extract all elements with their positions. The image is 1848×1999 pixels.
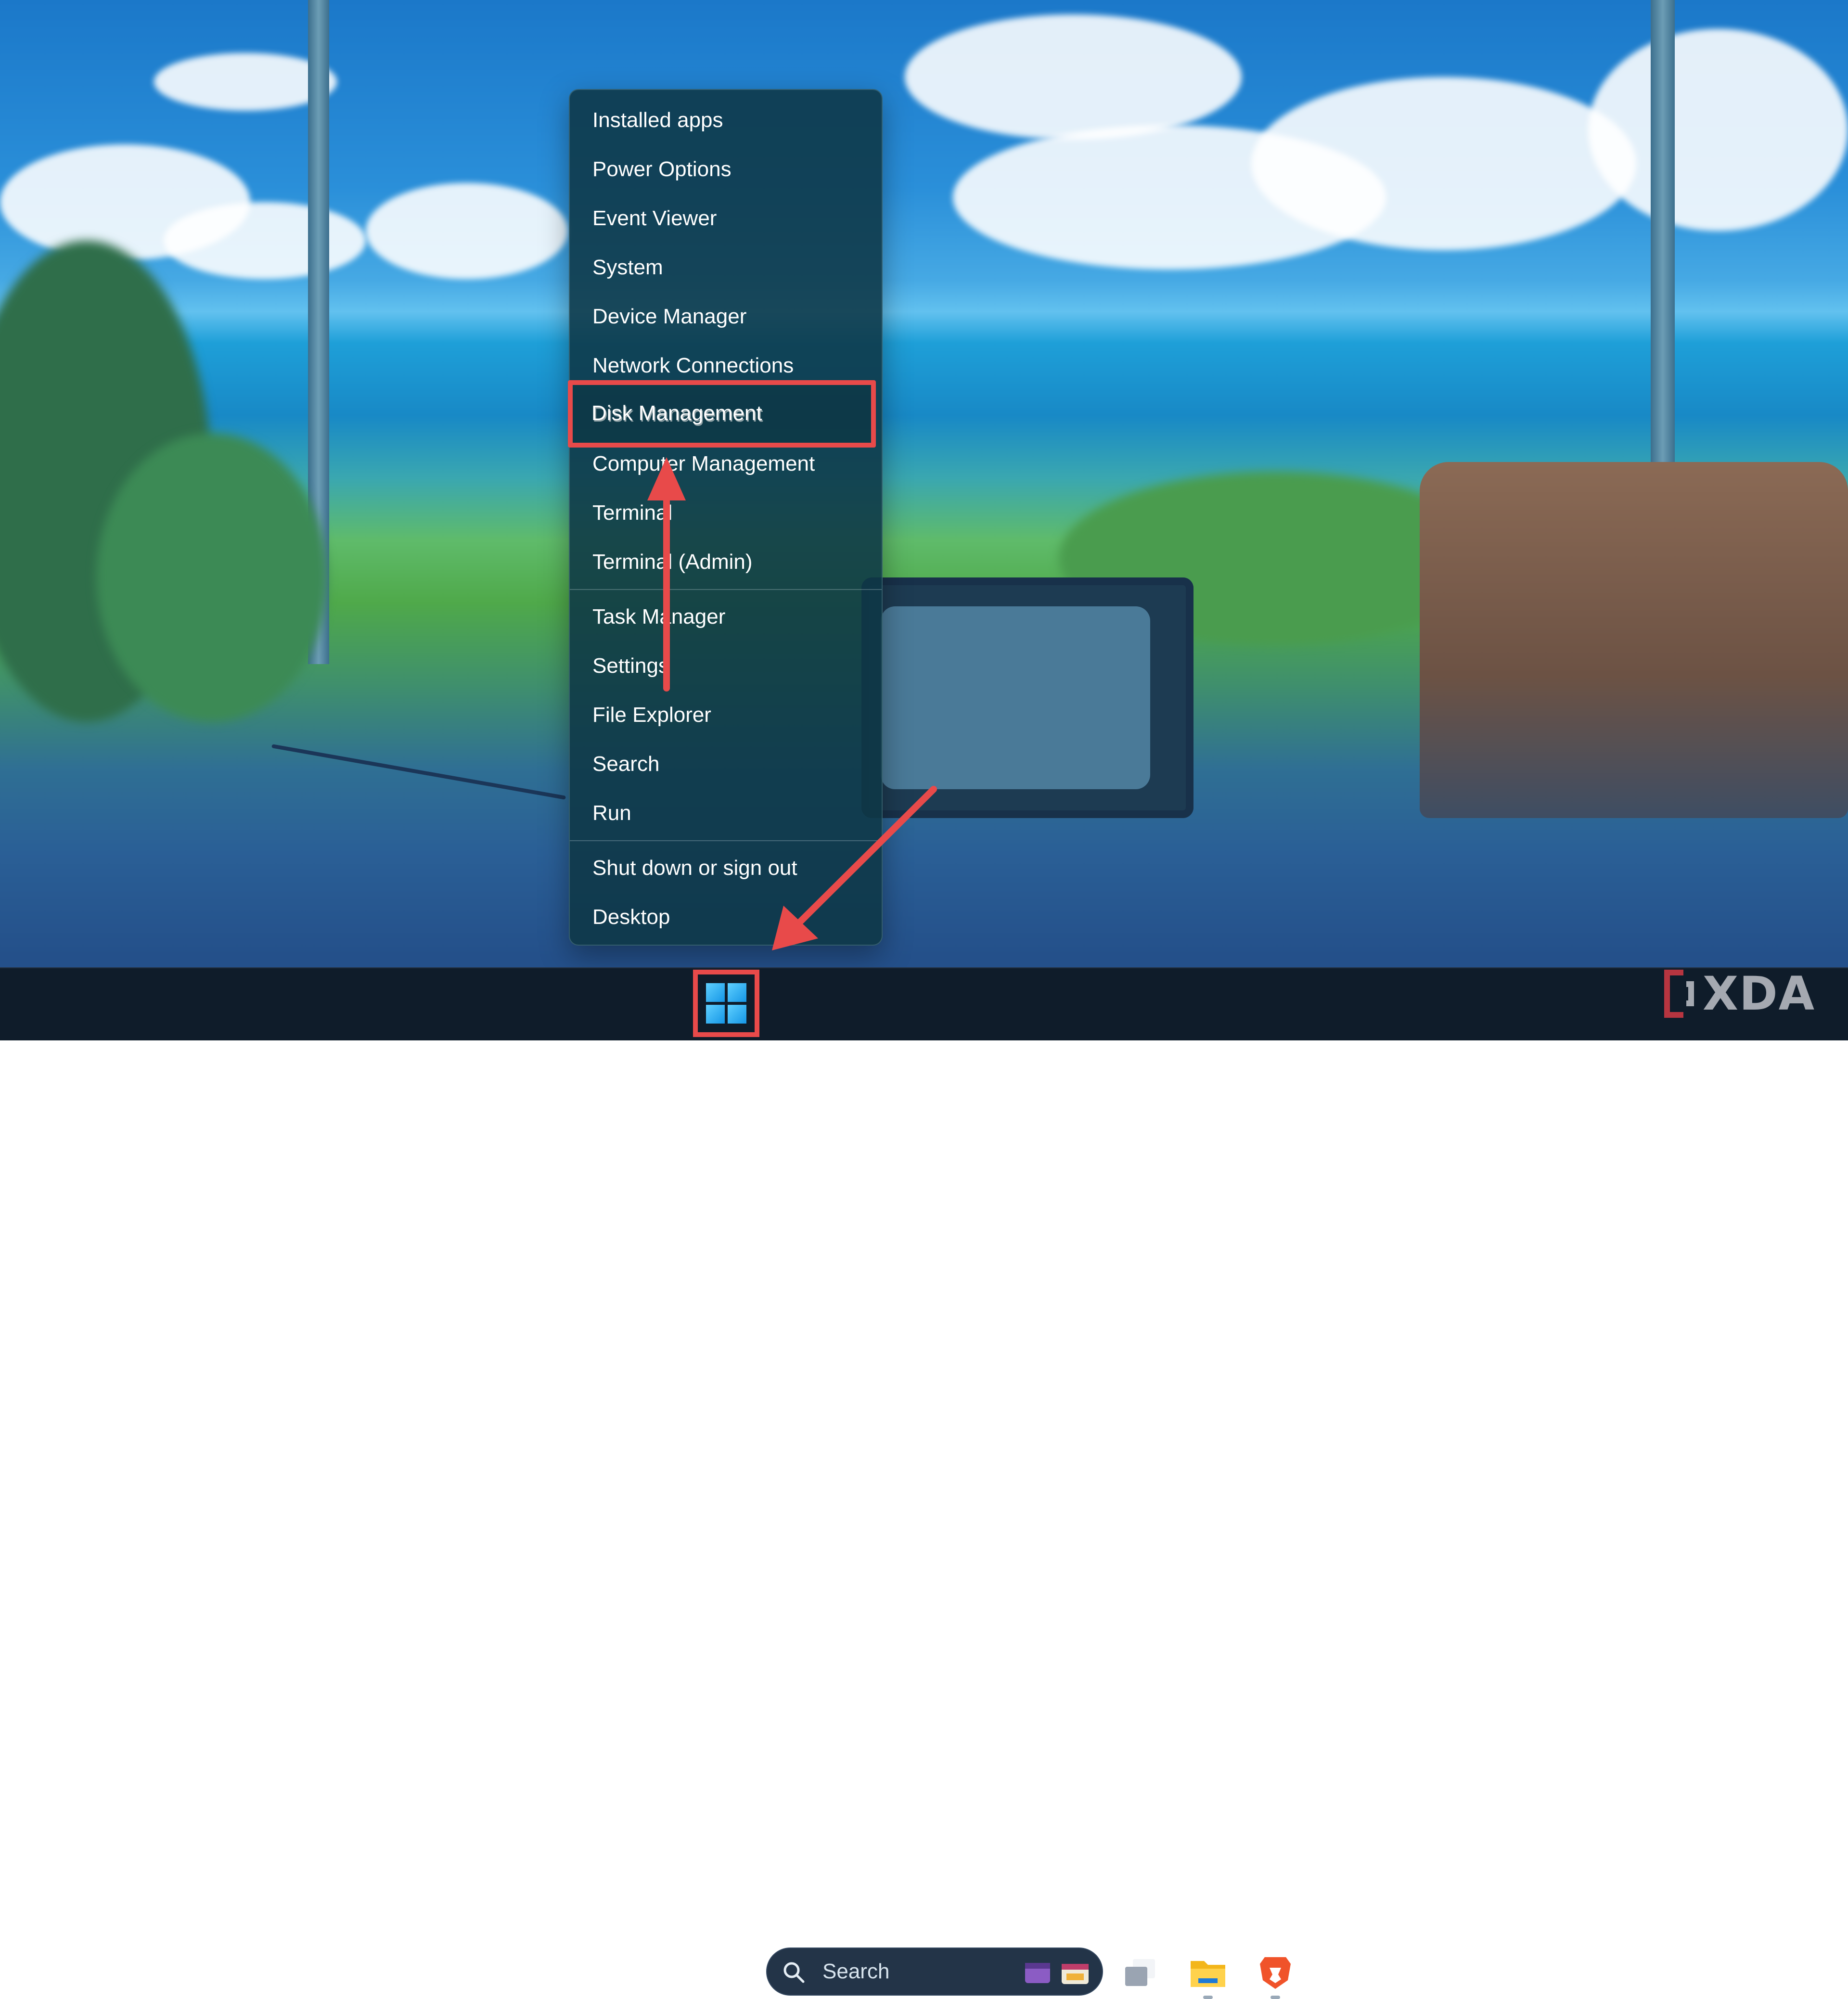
menu-item-desktop[interactable]: Desktop (570, 893, 882, 942)
task-view-icon[interactable] (1120, 1952, 1161, 1993)
wallpaper-cloud (905, 14, 1242, 140)
brave-browser-icon[interactable] (1255, 1952, 1296, 1993)
wallpaper-tv-screen (881, 606, 1150, 789)
taskbar-search-box[interactable]: Search (766, 1948, 1103, 1996)
chevron-right-icon: › (851, 858, 858, 879)
wallpaper-cloud (1251, 77, 1636, 250)
menu-item-search[interactable]: Search (570, 740, 882, 789)
menu-item-terminal[interactable]: Terminal (570, 488, 882, 538)
xda-watermark: XDA (1659, 967, 1815, 1021)
wallpaper-cloud (1588, 29, 1848, 231)
taskbar-search-label: Search (822, 1960, 890, 1983)
start-button[interactable] (693, 970, 759, 1037)
menu-item-file-explorer[interactable]: File Explorer (570, 691, 882, 740)
wallpaper-cloud (366, 183, 568, 279)
running-indicator (1270, 1996, 1280, 1999)
wallpaper-couch (1420, 462, 1848, 818)
menu-item-installed-apps[interactable]: Installed apps (570, 96, 882, 145)
disk-management-highlight-box: Disk Management (568, 380, 876, 448)
desktop-wallpaper (0, 0, 1848, 1039)
menu-item-shut-down[interactable]: Shut down or sign out › (570, 844, 882, 893)
wallpaper-cloud (164, 202, 366, 279)
xda-logo-icon (1664, 970, 1694, 1018)
taskbar: Search (0, 967, 1848, 1999)
menu-item-settings[interactable]: Settings (570, 641, 882, 691)
menu-item-event-viewer[interactable]: Event Viewer (570, 194, 882, 243)
menu-item-shut-down-label: Shut down or sign out (592, 856, 797, 880)
menu-item-power-options[interactable]: Power Options (570, 145, 882, 194)
running-indicator (1203, 1996, 1213, 1999)
menu-item-run[interactable]: Run (570, 789, 882, 838)
search-highlight-icon (1025, 1963, 1089, 1984)
window-frame-pole (1651, 0, 1675, 481)
file-explorer-icon[interactable] (1188, 1952, 1228, 1993)
wallpaper-tv (861, 577, 1194, 818)
wallpaper-floor-crack (271, 744, 566, 800)
menu-item-terminal-admin[interactable]: Terminal (Admin) (570, 538, 882, 587)
search-icon (783, 1962, 805, 1983)
menu-item-task-manager[interactable]: Task Manager (570, 592, 882, 641)
menu-item-system[interactable]: System (570, 243, 882, 292)
menu-separator (570, 589, 882, 590)
start-windows-icon (706, 983, 746, 1024)
quick-link-menu: Installed apps Power Options Event Viewe… (569, 89, 883, 946)
menu-separator (570, 840, 882, 841)
xda-watermark-text: XDA (1703, 967, 1815, 1021)
menu-item-device-manager[interactable]: Device Manager (570, 292, 882, 341)
wallpaper-bush (96, 433, 327, 722)
menu-item-disk-management-highlighted[interactable]: Disk Management (573, 385, 871, 434)
